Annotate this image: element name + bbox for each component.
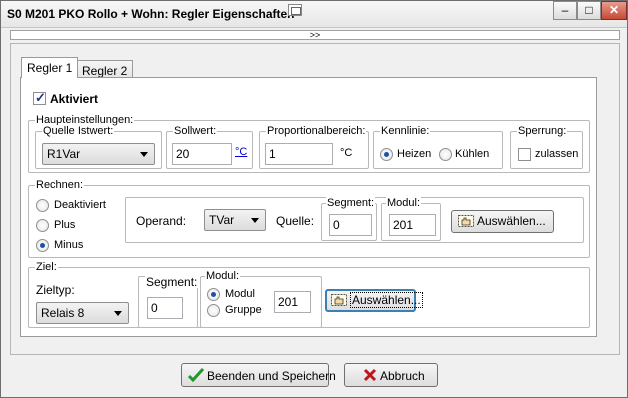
restore-window-icon[interactable] [288, 4, 302, 16]
operand-panel: Operand: TVar Quelle: Segment: 0 Modul: … [125, 197, 584, 243]
rechnen-modul-legend: Modul: [386, 197, 422, 209]
rechnen-segment-legend: Segment: [326, 197, 376, 209]
heizen-label: Heizen [397, 148, 432, 160]
ziel-legend: Ziel: [35, 261, 58, 273]
rechnen-group: Rechnen: Deaktiviert Plus Minus Operand:… [28, 179, 590, 258]
kennlinie-legend: Kennlinie: [380, 125, 431, 137]
hand-pointer-icon [331, 294, 347, 306]
cancel-button[interactable]: Abbruch [344, 363, 438, 387]
zieltyp-value: Relais 8 [41, 306, 85, 320]
sollwert-input[interactable]: 20 [172, 143, 232, 165]
aktiviert-checkbox[interactable] [33, 90, 46, 106]
chevron-down-icon [251, 218, 259, 223]
quelle-label: Quelle: [276, 214, 315, 228]
gruppe-radio[interactable] [207, 304, 220, 317]
zieltyp-label: Zieltyp: [36, 283, 75, 297]
sperrung-legend: Sperrung: [517, 125, 568, 137]
close-button[interactable]: ✕ [601, 1, 627, 20]
ziel-segment-group: Segment: 0 [138, 275, 199, 328]
check-icon [188, 368, 204, 382]
kennlinie-group: Kennlinie: Heizen Kühlen [373, 125, 503, 169]
save-button[interactable]: Beenden und Speichern [181, 363, 336, 387]
operand-label: Operand: [136, 214, 187, 228]
haupteinstellungen-group: Haupteinstellungen: Quelle Istwert: R1Va… [28, 114, 590, 173]
ziel-modul-group: Modul: Modul Gruppe 201 [200, 270, 322, 328]
ziel-modul-legend: Modul: [205, 270, 241, 282]
ziel-auswaehlen-button[interactable]: Auswählen... [325, 289, 423, 312]
deaktiviert-label: Deaktiviert [54, 199, 106, 211]
deaktiviert-radio[interactable] [36, 199, 49, 212]
rechnen-modul-input[interactable]: 201 [389, 214, 436, 236]
chevron-down-icon [140, 152, 148, 157]
quelle-istwert-legend: Quelle Istwert: [42, 125, 115, 137]
save-label: Beenden und Speichern [207, 369, 336, 383]
sollwert-group: Sollwert: 20 °C [166, 125, 253, 169]
operand-value: TVar [209, 213, 235, 227]
sollwert-unit-link[interactable]: °C [235, 146, 247, 158]
window-title: S0 M201 PKO Rollo + Wohn: Regler Eigensc… [7, 7, 295, 21]
aktiviert-label: Aktiviert [50, 92, 99, 106]
modul-radio[interactable] [207, 288, 220, 301]
rechnen-segment-input[interactable]: 0 [329, 214, 372, 236]
rechnen-modul-group: Modul: 201 [381, 197, 441, 241]
zieltyp-select[interactable]: Relais 8 [36, 302, 129, 324]
proportionalbereich-input[interactable]: 1 [265, 143, 333, 165]
plus-label: Plus [54, 219, 76, 231]
title-bar[interactable]: S0 M201 PKO Rollo + Wohn: Regler Eigensc… [1, 1, 627, 28]
heizen-radio[interactable] [380, 148, 393, 161]
ziel-segment-input[interactable]: 0 [147, 297, 183, 319]
modul-radio-label: Modul [225, 288, 255, 300]
ziel-modul-input[interactable]: 201 [274, 291, 311, 313]
maximize-button[interactable]: □ [577, 1, 601, 20]
sperrung-checkbox[interactable] [518, 148, 531, 161]
tab-regler-1[interactable]: Regler 1 [21, 57, 79, 78]
ziel-segment-legend: Segment: [145, 275, 199, 289]
quelle-istwert-group: Quelle Istwert: R1Var [35, 125, 162, 169]
cross-icon [363, 368, 377, 382]
proportionalbereich-group: Proportionalbereich: 1 °C [259, 125, 369, 169]
minus-label: Minus [54, 239, 84, 251]
rechnen-auswaehlen-label: Auswählen... [477, 214, 546, 228]
kuehlen-radio[interactable] [439, 148, 452, 161]
tab-regler-2[interactable]: Regler 2 [76, 60, 134, 78]
quelle-istwert-select[interactable]: R1Var [42, 143, 155, 165]
quelle-istwert-value: R1Var [47, 147, 81, 161]
sperrung-group: Sperrung: zulassen [510, 125, 583, 169]
sperrung-label: zulassen [535, 148, 579, 160]
ziel-group: Ziel: Zieltyp: Relais 8 Segment: 0 Modul… [28, 261, 590, 328]
proportionalbereich-unit: °C [340, 147, 353, 159]
minus-radio[interactable] [36, 239, 49, 252]
operand-select[interactable]: TVar [204, 209, 266, 231]
ziel-auswaehlen-label: Auswählen... [350, 292, 423, 308]
minimize-button[interactable]: – [553, 1, 577, 20]
gruppe-radio-label: Gruppe [225, 304, 262, 316]
plus-radio[interactable] [36, 219, 49, 232]
proportionalbereich-legend: Proportionalbereich: [266, 125, 367, 137]
kuehlen-label: Kühlen [455, 148, 490, 160]
rechnen-segment-group: Segment: 0 [321, 197, 377, 241]
expand-toggle[interactable]: >> [10, 30, 620, 40]
sollwert-legend: Sollwert: [173, 125, 218, 137]
rechnen-auswaehlen-button[interactable]: Auswählen... [451, 210, 554, 233]
dialog-window: S0 M201 PKO Rollo + Wohn: Regler Eigensc… [0, 0, 628, 398]
tab-panel: Aktiviert Haupteinstellungen: Quelle Ist… [20, 77, 597, 337]
cancel-label: Abbruch [380, 369, 425, 383]
chevron-down-icon [114, 311, 122, 316]
hand-pointer-icon [458, 215, 474, 227]
rechnen-legend: Rechnen: [35, 179, 85, 191]
